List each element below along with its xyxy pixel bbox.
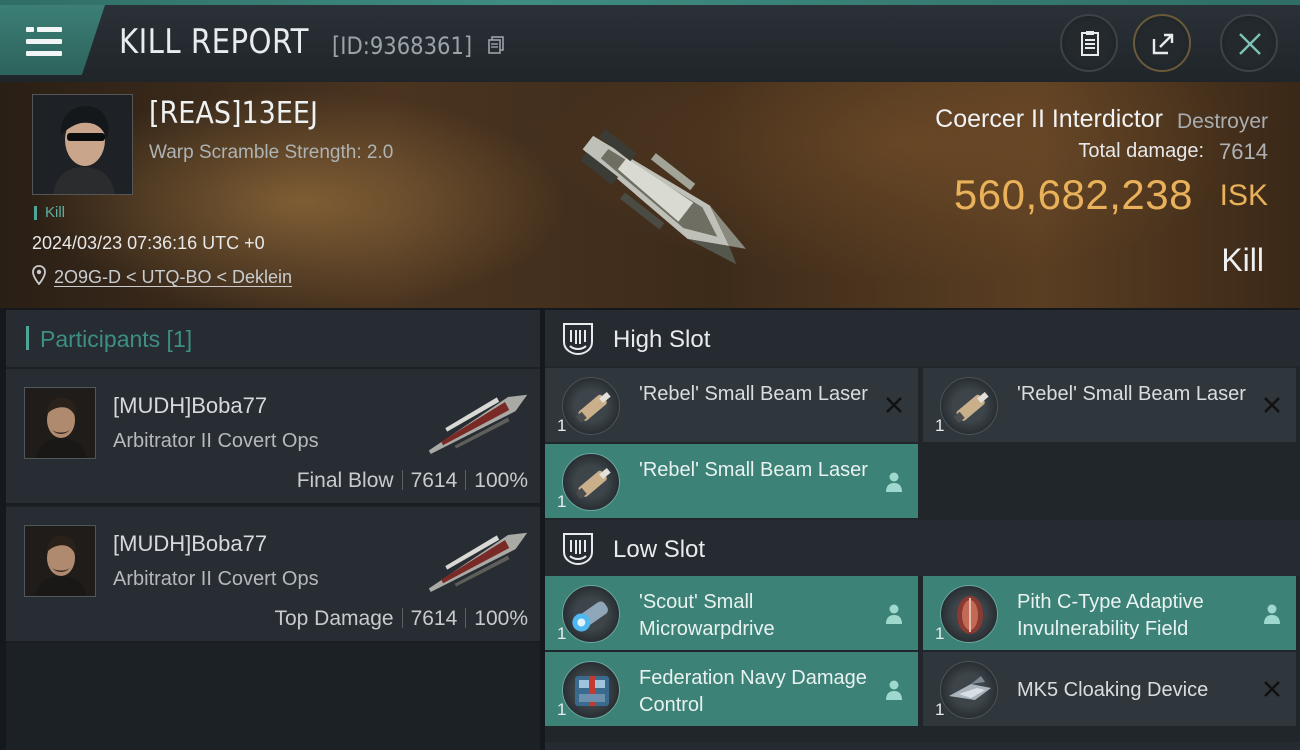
participant-damage: 7614 <box>410 469 458 492</box>
participant-ship-image <box>428 394 528 455</box>
menu-icon <box>26 27 62 57</box>
participant-avatar[interactable] <box>24 525 96 597</box>
item-quantity: 1 <box>935 416 945 435</box>
location-pin-icon <box>32 265 46 285</box>
high-slot-header: High Slot <box>545 310 1300 366</box>
dropped-icon <box>886 604 902 624</box>
copy-icon[interactable] <box>488 36 504 54</box>
destroyed-icon <box>1264 681 1280 697</box>
participants-header: Participants [1] <box>6 310 540 367</box>
victim-avatar[interactable] <box>32 94 133 195</box>
participants-title: Participants [1] <box>40 326 193 352</box>
participant-row[interactable]: [MUDH]Boba77 Arbitrator II Covert Ops Fi… <box>6 369 540 505</box>
participant-stats: Top Damage 7614 100% <box>274 607 528 631</box>
share-button[interactable] <box>1133 14 1191 72</box>
low-slot-title: Low Slot <box>613 536 706 563</box>
fitted-item[interactable]: 1 Federation Navy Damage Control <box>545 652 918 726</box>
participant-ship: Arbitrator II Covert Ops <box>113 568 319 590</box>
item-quantity: 1 <box>557 492 567 511</box>
participant-name[interactable]: [MUDH]Boba77 <box>113 393 267 419</box>
victim-ship-name[interactable]: Coercer II Interdictor <box>935 105 1163 134</box>
item-name: Federation Navy Damage Control <box>639 667 867 716</box>
fitted-item[interactable]: 1 'Scout' Small Microwarpdrive <box>545 576 918 650</box>
fitted-item[interactable]: 1 Pith C-Type Adaptive Invulnerability F… <box>923 576 1296 650</box>
participant-row[interactable]: [MUDH]Boba77 Arbitrator II Covert Ops To… <box>6 507 540 643</box>
dropped-icon <box>886 680 902 700</box>
damage-control-icon <box>562 661 620 719</box>
low-slot-icon <box>563 533 593 566</box>
fitted-item[interactable]: 1 'Rebel' Small Beam Laser <box>545 444 918 518</box>
kill-tag: Kill <box>34 205 65 220</box>
item-name: MK5 Cloaking Device <box>1017 679 1209 701</box>
item-name: 'Rebel' Small Beam Laser <box>639 459 868 481</box>
high-slot-title: High Slot <box>613 326 711 353</box>
beam-laser-icon <box>562 377 620 435</box>
participant-damage: 7614 <box>410 607 458 630</box>
shield-field-icon <box>940 585 998 643</box>
page-title: KILL REPORT <box>119 22 309 62</box>
participant-role: Top Damage <box>274 607 394 630</box>
fitted-item[interactable]: 1 'Rebel' Small Beam Laser <box>923 368 1296 442</box>
destroyed-icon <box>1264 397 1280 413</box>
item-name: 'Rebel' Small Beam Laser <box>639 383 868 405</box>
destroyed-icon <box>886 397 902 413</box>
item-quantity: 1 <box>935 624 945 643</box>
participant-percent: 100% <box>474 469 528 492</box>
participant-role: Final Blow <box>296 469 394 492</box>
item-quantity: 1 <box>557 700 567 719</box>
victim-summary: [REAS]13EEJ Warp Scramble Strength: 2.0 … <box>0 82 1300 308</box>
low-slot-header: Low Slot <box>545 520 1300 576</box>
item-quantity: 1 <box>935 700 945 719</box>
result-label: Kill <box>1221 242 1264 278</box>
participant-percent: 100% <box>474 607 528 630</box>
location-link[interactable]: 2O9G-D < UTQ-BO < Deklein <box>54 267 292 288</box>
fitted-item[interactable]: 1 MK5 Cloaking Device <box>923 652 1296 726</box>
isk-unit: ISK <box>1219 179 1268 212</box>
fitted-item[interactable]: 1 'Rebel' Small Beam Laser <box>545 368 918 442</box>
high-slot-icon <box>563 323 593 356</box>
item-quantity: 1 <box>557 624 567 643</box>
warp-scramble-strength: Warp Scramble Strength: 2.0 <box>149 142 394 163</box>
share-icon <box>1152 33 1174 55</box>
participant-ship-image <box>428 532 528 593</box>
victim-name[interactable]: [REAS]13EEJ <box>149 96 318 131</box>
participants-panel: Participants [1] [MUDH]Boba77 Arbitrator… <box>6 310 540 750</box>
beam-laser-icon <box>940 377 998 435</box>
participant-avatar[interactable] <box>24 387 96 459</box>
item-quantity: 1 <box>557 416 567 435</box>
fitting-panel: High Slot 1 'Rebel' Small Beam Laser 1 '… <box>545 310 1300 750</box>
victim-ship-image <box>580 128 746 265</box>
participant-name[interactable]: [MUDH]Boba77 <box>113 531 267 557</box>
item-name: Pith C-Type Adaptive Invulnerability Fie… <box>1017 591 1204 640</box>
clipboard-icon <box>1081 31 1099 56</box>
item-name: 'Scout' Small Microwarpdrive <box>639 591 775 640</box>
mid-slot-header-partial <box>545 742 1300 750</box>
clipboard-button[interactable] <box>1060 14 1118 72</box>
close-button[interactable] <box>1220 14 1278 72</box>
dropped-icon <box>886 472 902 492</box>
microwarpdrive-icon <box>562 585 620 643</box>
participant-ship: Arbitrator II Covert Ops <box>113 430 319 452</box>
isk-value: 560,682,238 <box>953 171 1193 218</box>
cloaking-device-icon <box>940 661 998 719</box>
top-bar: KILL REPORT [ID:9368361] <box>0 0 1300 82</box>
total-damage-label: Total damage: <box>1078 140 1204 162</box>
kill-datetime: 2024/03/23 07:36:16 UTC +0 <box>32 233 265 253</box>
dropped-icon <box>1264 604 1280 624</box>
participant-stats: Final Blow 7614 100% <box>297 469 528 493</box>
report-id: [ID:9368361] <box>332 32 473 60</box>
item-name: 'Rebel' Small Beam Laser <box>1017 383 1246 405</box>
menu-button[interactable] <box>0 5 105 75</box>
total-damage-value: 7614 <box>1219 139 1268 164</box>
close-icon <box>1239 33 1261 55</box>
top-accent-line <box>0 0 1300 5</box>
beam-laser-icon <box>562 453 620 511</box>
victim-ship-class: Destroyer <box>1176 110 1268 133</box>
